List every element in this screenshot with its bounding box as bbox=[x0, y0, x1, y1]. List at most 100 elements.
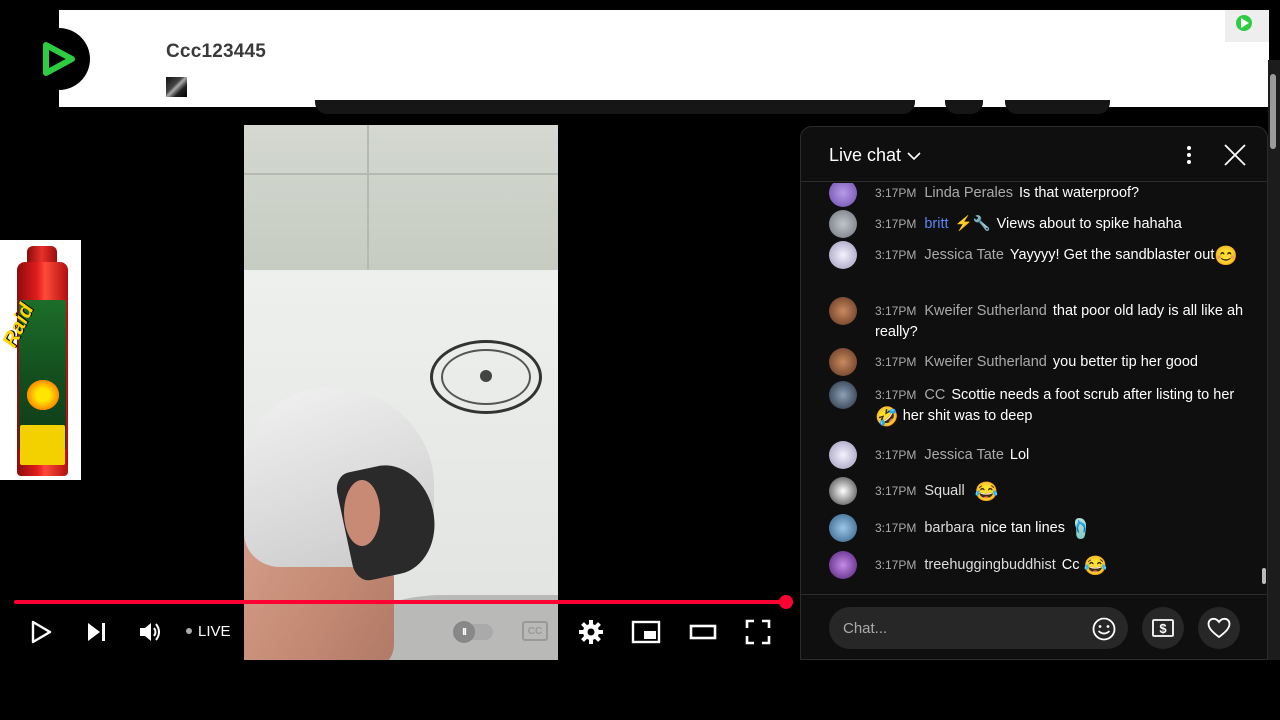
avatar[interactable] bbox=[829, 297, 857, 325]
fullscreen-icon bbox=[745, 619, 771, 645]
emoji-picker-button[interactable] bbox=[1091, 616, 1117, 642]
pause-icon: II bbox=[462, 626, 466, 638]
message-author[interactable]: Linda Perales bbox=[924, 185, 1013, 201]
avatar[interactable] bbox=[829, 381, 857, 409]
message-time: 3:17PM bbox=[875, 484, 917, 498]
autoplay-knob: II bbox=[453, 621, 475, 643]
avatar[interactable] bbox=[829, 241, 857, 269]
chat-message-body: 3:17PM Linda Perales Is that waterproof? bbox=[875, 183, 1249, 204]
message-text: nice tan lines bbox=[980, 520, 1065, 536]
avatar[interactable] bbox=[829, 183, 857, 207]
chat-message-body: 3:17PM treehuggingbuddhist Cc 😂 bbox=[875, 555, 1249, 576]
channel-thumbnail[interactable] bbox=[166, 77, 187, 97]
message-author[interactable]: Kweifer Sutherland bbox=[924, 354, 1047, 370]
message-time: 3:17PM bbox=[875, 521, 917, 535]
message-text: Lol bbox=[1009, 447, 1030, 463]
message-time: 3:17PM bbox=[875, 355, 917, 369]
clock-hub bbox=[480, 370, 492, 382]
flip-flop-emoji-icon: 🩴 bbox=[1069, 519, 1093, 540]
message-text: Scottie needs a foot scrub after listing… bbox=[951, 387, 1235, 403]
message-text: Cc bbox=[1061, 557, 1080, 573]
page-scrollbar[interactable] bbox=[1268, 60, 1280, 660]
chat-message-body: 3:17PM Kweifer Sutherland you better tip h… bbox=[875, 352, 1249, 373]
theater-mode-icon bbox=[689, 624, 717, 640]
live-chat-panel: Live chat 3:17PM Linda Perales Is that wat… bbox=[800, 126, 1268, 660]
next-button[interactable] bbox=[84, 619, 110, 645]
chat-message-body: 3:17PM barbara nice tan lines 🩴 bbox=[875, 518, 1249, 539]
chat-input[interactable] bbox=[829, 607, 1128, 649]
chat-input-area: $ bbox=[801, 594, 1267, 661]
theater-mode-button[interactable] bbox=[688, 619, 718, 645]
chevron-down-icon bbox=[907, 151, 921, 160]
super-chat-button[interactable]: $ bbox=[1142, 607, 1184, 649]
ear bbox=[344, 480, 380, 546]
avatar[interactable] bbox=[829, 441, 857, 469]
heart-icon bbox=[1207, 617, 1231, 639]
laughing-emoji-icon: 😂 bbox=[974, 482, 999, 503]
chat-mode-dropdown[interactable]: Live chat bbox=[829, 145, 921, 166]
message-author[interactable]: Squall bbox=[924, 483, 964, 499]
message-author[interactable]: treehuggingbuddhist bbox=[924, 557, 1055, 573]
video-content[interactable] bbox=[244, 125, 558, 660]
can-burst bbox=[27, 380, 59, 410]
settings-button[interactable] bbox=[577, 618, 605, 646]
close-icon bbox=[1224, 144, 1246, 166]
message-text-continued: her shit was to deep bbox=[902, 408, 1033, 424]
smiley-icon bbox=[1092, 617, 1116, 641]
chat-header: Live chat bbox=[801, 127, 1267, 182]
more-vertical-icon bbox=[1187, 146, 1191, 164]
message-author[interactable]: Jessica Tate bbox=[924, 247, 1004, 263]
play-button[interactable] bbox=[28, 619, 54, 645]
chat-close-button[interactable] bbox=[1221, 141, 1249, 169]
avatar[interactable] bbox=[829, 514, 857, 542]
chat-message-body: 3:17PM CC Scottie needs a foot scrub after… bbox=[875, 385, 1249, 427]
chat-message-body: 3:17PM Jessica Tate Lol bbox=[875, 445, 1249, 466]
autoplay-toggle[interactable]: II bbox=[453, 621, 493, 643]
gear-icon bbox=[579, 620, 603, 644]
app-logo-icon[interactable] bbox=[28, 28, 90, 90]
message-time: 3:17PM bbox=[875, 304, 917, 318]
like-button[interactable] bbox=[1198, 607, 1240, 649]
volume-button[interactable] bbox=[137, 619, 165, 645]
live-indicator[interactable]: LIVE bbox=[186, 620, 231, 642]
miniplayer-icon bbox=[631, 620, 661, 644]
message-time: 3:17PM bbox=[875, 186, 917, 200]
live-dot-icon bbox=[186, 628, 192, 634]
chat-scrollbar[interactable] bbox=[1257, 183, 1267, 593]
message-time: 3:17PM bbox=[875, 248, 917, 262]
message-text: Is that waterproof? bbox=[1019, 185, 1140, 201]
progress-bar[interactable] bbox=[14, 600, 786, 604]
avatar[interactable] bbox=[829, 477, 857, 505]
avatar[interactable] bbox=[829, 348, 857, 376]
message-author[interactable]: Kweifer Sutherland bbox=[924, 303, 1047, 319]
chat-scrollbar-thumb[interactable] bbox=[1262, 568, 1266, 584]
message-author[interactable]: britt bbox=[924, 216, 948, 232]
page-scrollbar-thumb[interactable] bbox=[1270, 74, 1276, 149]
chat-message-list[interactable]: 3:17PM Linda Perales Is that waterproof? 3… bbox=[801, 183, 1257, 593]
chat-title: Live chat bbox=[829, 145, 902, 165]
play-icon bbox=[31, 620, 52, 644]
live-label: LIVE bbox=[198, 622, 231, 640]
header-button-remnant bbox=[945, 100, 983, 114]
progress-scrubber[interactable] bbox=[779, 595, 793, 609]
subtitles-button[interactable]: CC bbox=[522, 621, 548, 641]
corner-play-icon[interactable] bbox=[1225, 10, 1269, 42]
miniplayer-button[interactable] bbox=[631, 619, 661, 645]
can-band bbox=[20, 425, 65, 465]
channel-name[interactable]: Ccc123445 bbox=[166, 41, 266, 63]
header-button-remnant-2 bbox=[1005, 100, 1110, 114]
rofl-emoji-icon: 🤣 bbox=[875, 407, 899, 428]
avatar[interactable] bbox=[829, 551, 857, 579]
message-time: 3:17PM bbox=[875, 217, 917, 231]
avatar[interactable] bbox=[829, 210, 857, 238]
svg-text:$: $ bbox=[1159, 621, 1167, 636]
fullscreen-button[interactable] bbox=[744, 618, 772, 646]
skip-next-icon bbox=[88, 623, 105, 641]
message-author[interactable]: CC bbox=[924, 387, 945, 403]
message-author[interactable]: Jessica Tate bbox=[924, 447, 1004, 463]
video-ceiling bbox=[244, 125, 558, 270]
chat-more-options-button[interactable] bbox=[1179, 144, 1199, 166]
chat-message-body: 3:17PM britt ⚡🔧 Views about to spike hahaha bbox=[875, 214, 1249, 235]
message-author[interactable]: barbara bbox=[924, 520, 974, 536]
ceiling-line bbox=[244, 173, 558, 175]
